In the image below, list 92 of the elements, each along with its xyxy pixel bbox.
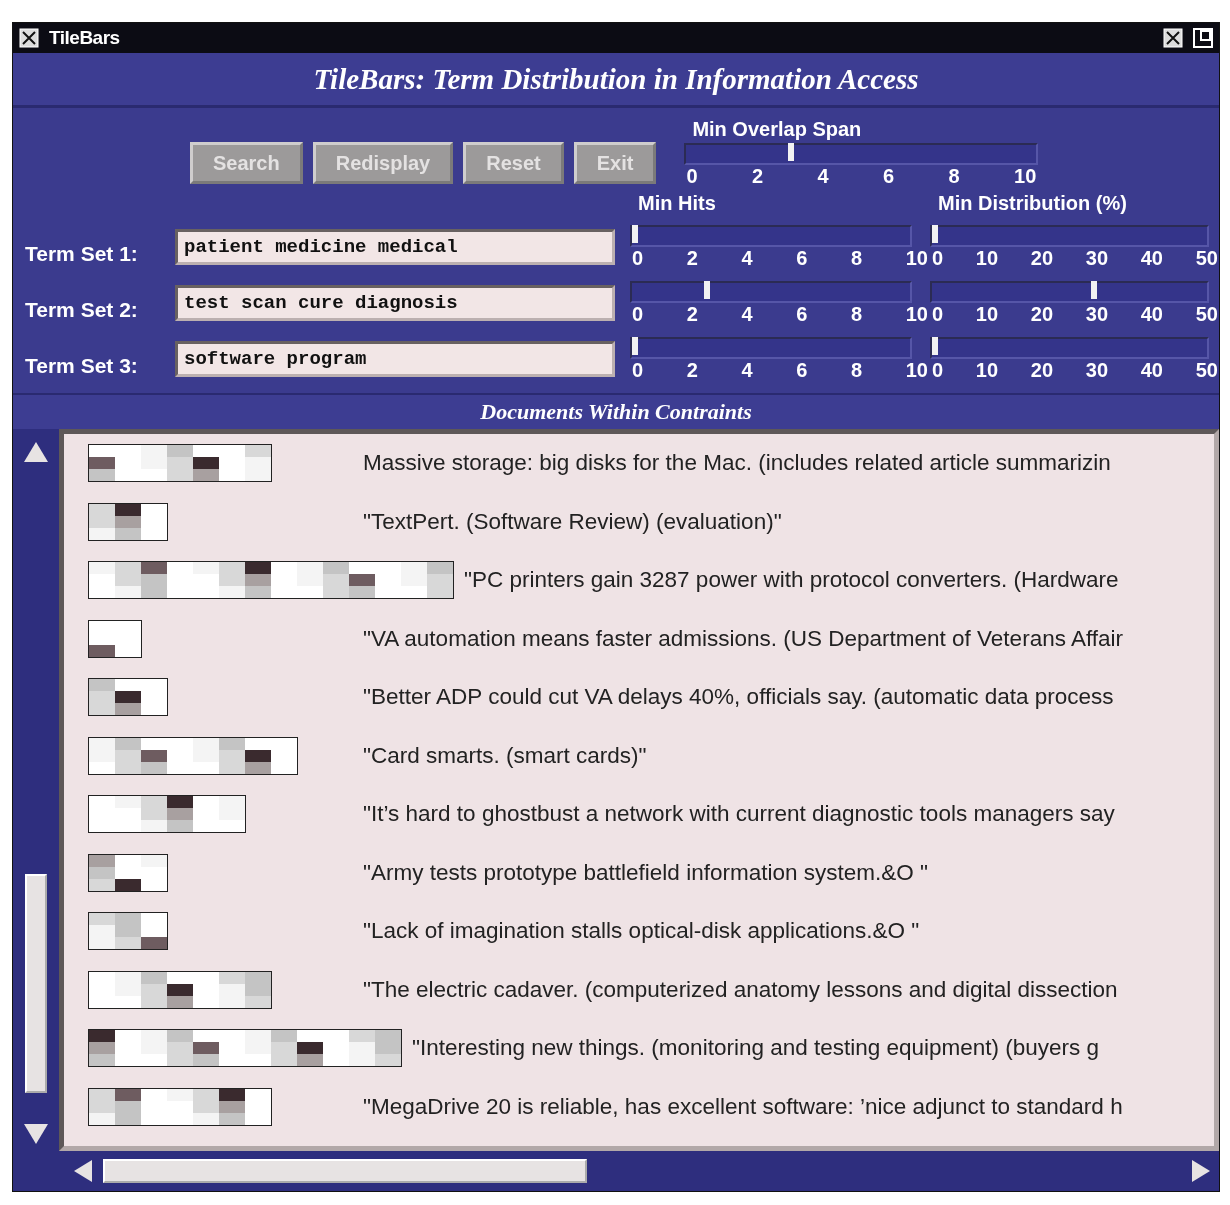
slider-thumb[interactable]: [704, 280, 711, 299]
column-heading: Min Hits: [637, 192, 717, 215]
document-title[interactable]: "The electric cadaver. (computerized anatomy lessons and digital dissection: [363, 976, 1118, 1003]
scroll-thumb[interactable]: [103, 1159, 587, 1183]
tick-label: 4: [817, 165, 829, 188]
slider-label: Min Overlap Span: [691, 118, 863, 141]
tick-label: 4: [741, 246, 753, 270]
document-title[interactable]: "Lack of imagination stalls optical-disk applications.&O ": [363, 918, 920, 945]
tick-label: 30: [1085, 358, 1109, 382]
right-arrow-icon[interactable]: [1191, 1159, 1211, 1183]
tick-label: 6: [883, 165, 895, 188]
tick-label: 50: [1195, 246, 1218, 270]
slider-thumb[interactable]: [788, 143, 795, 161]
tick-label: 6: [796, 358, 808, 382]
tick-label: 0: [686, 165, 698, 188]
slider-track[interactable]: [930, 224, 1209, 247]
tick-label: 0: [632, 302, 644, 326]
scroll-thumb[interactable]: [25, 874, 47, 1093]
document-title[interactable]: "PC printers gain 3287 power with protocol converters. (Hardware: [464, 567, 1119, 594]
document-title[interactable]: "VA automation means faster admissions. (US Department of Veterans Affair: [363, 625, 1124, 652]
document-title[interactable]: Massive storage: big disks for the Mac. (includes related article summarizin: [363, 450, 1111, 477]
document-title[interactable]: "TextPert. (Software Review) (evaluation)": [363, 508, 782, 535]
document-title[interactable]: "MegaDrive 20 is reliable, has excellent software: ’nice adjunct to standard h: [363, 1093, 1123, 1120]
maximize-icon[interactable]: [1193, 28, 1213, 48]
slider-track[interactable]: [630, 224, 912, 247]
slider-thumb[interactable]: [932, 224, 938, 243]
tick-label: 20: [1030, 302, 1054, 326]
slider-track[interactable]: [930, 336, 1209, 359]
tick-label: 0: [632, 246, 644, 270]
tick-label: 0: [932, 358, 944, 382]
tick-label: 2: [686, 246, 698, 270]
term-field[interactable]: patient medicine medical: [175, 229, 615, 265]
column-heading: Min Distribution (%): [937, 192, 1128, 215]
term-set-label: Term Set 2:: [25, 297, 139, 322]
tick-label: 20: [1030, 358, 1054, 382]
tick-label: 10: [905, 302, 928, 326]
tick-label: 0: [632, 358, 644, 382]
close-icon[interactable]: [1163, 28, 1183, 48]
window-title: TileBars: [49, 27, 120, 49]
document-title[interactable]: "Card smarts. (smart cards)": [363, 742, 647, 769]
up-arrow-icon[interactable]: [23, 441, 49, 463]
vertical-scrollbar[interactable]: [13, 429, 59, 1151]
tick-label: 40: [1140, 358, 1163, 382]
document-title[interactable]: "Interesting new things. (monitoring and testing equipment) (buyers g: [412, 1035, 1100, 1062]
slider-track[interactable]: [630, 280, 912, 303]
close-icon[interactable]: [19, 28, 39, 48]
tick-label: 2: [686, 302, 698, 326]
tick-label: 0: [932, 302, 944, 326]
slider-track[interactable]: [930, 280, 1209, 303]
tick-label: 8: [851, 358, 863, 382]
tick-label: 4: [741, 358, 753, 382]
tick-label: 0: [932, 246, 944, 270]
tick-label: 8: [851, 246, 863, 270]
app-heading: TileBars: Term Distribution in Information Access: [313, 62, 919, 96]
slider-thumb[interactable]: [632, 224, 638, 243]
tick-label: 8: [851, 302, 863, 326]
tilebar-drawing: [88, 619, 142, 658]
down-arrow-icon[interactable]: [23, 1123, 49, 1145]
document-title[interactable]: "Better ADP could cut VA delays 40%, officials say. (automatic data process: [363, 684, 1114, 711]
tick-label: 30: [1085, 302, 1109, 326]
tick-label: 6: [796, 302, 808, 326]
slider-track[interactable]: [684, 143, 1039, 165]
term-field[interactable]: software program: [175, 341, 615, 377]
tick-label: 10: [975, 302, 999, 326]
tick-label: 10: [905, 358, 928, 382]
tick-label: 40: [1140, 246, 1163, 270]
tick-label: 2: [686, 358, 698, 382]
tick-label: 30: [1085, 246, 1109, 270]
tick-label: 10: [975, 358, 999, 382]
document-title[interactable]: "It’s hard to ghostbust a network with current diagnostic tools managers say: [363, 801, 1115, 828]
term-field[interactable]: test scan cure diagnosis: [175, 285, 615, 321]
tick-label: 50: [1195, 358, 1218, 382]
slider-thumb[interactable]: [632, 336, 638, 355]
section-title: Documents Within Contraints: [480, 399, 752, 425]
slider-track[interactable]: [630, 336, 912, 359]
slider-thumb[interactable]: [1091, 280, 1097, 299]
term-set-label: Term Set 3:: [25, 353, 139, 378]
tick-label: 40: [1140, 302, 1163, 326]
tick-label: 20: [1030, 246, 1054, 270]
left-arrow-icon[interactable]: [73, 1159, 93, 1183]
horizontal-scrollbar[interactable]: [13, 1151, 1219, 1191]
tick-label: 4: [741, 302, 753, 326]
tick-label: 50: [1195, 302, 1218, 326]
tick-label: 10: [975, 246, 999, 270]
tick-label: 8: [948, 165, 960, 188]
term-set-label: Term Set 1:: [25, 241, 139, 266]
tick-label: 2: [751, 165, 764, 188]
tick-label: 10: [905, 246, 928, 270]
tick-label: 6: [796, 246, 808, 270]
document-title[interactable]: "Army tests prototype battlefield information system.&O ": [363, 859, 928, 886]
tick-label: 10: [1014, 165, 1037, 188]
slider-thumb[interactable]: [932, 336, 938, 355]
